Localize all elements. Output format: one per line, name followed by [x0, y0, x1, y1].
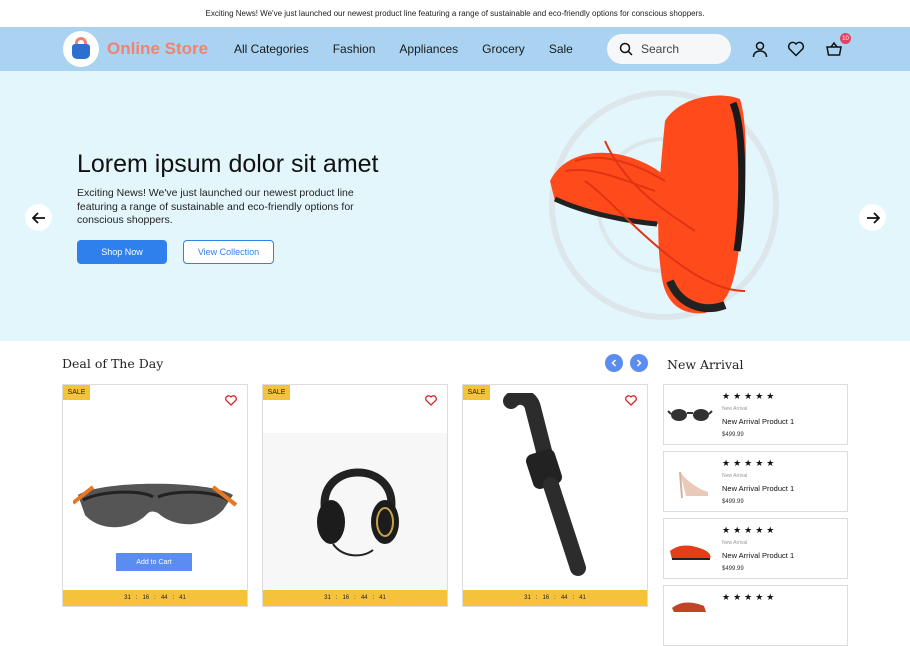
hero-text: Exciting News! We've just launched our n…	[77, 187, 354, 226]
rating-stars: ★★★★★	[722, 525, 778, 535]
nav-item-sale[interactable]: Sale	[549, 42, 573, 56]
product-name: New Arrival Product 1	[722, 551, 795, 560]
main-navbar: Online Store All Categories Fashion Appl…	[0, 27, 910, 71]
high-heel-thumbnail	[679, 471, 708, 499]
sunglasses-thumbnail	[667, 409, 713, 421]
cart-count-badge: 10	[840, 33, 851, 44]
new-arrival-title: New Arrival	[667, 357, 744, 372]
deal-countdown-timer: 31:16:44:41	[263, 590, 447, 606]
nav-menu: All Categories Fashion Appliances Grocer…	[234, 27, 597, 71]
hero-next-button[interactable]	[859, 204, 886, 231]
rating-stars: ★★★★★	[722, 592, 778, 602]
timer-value: 44	[360, 595, 368, 601]
brand-logo[interactable]: Online Store	[63, 31, 208, 67]
arrow-right-icon	[866, 211, 880, 224]
product-price: $499.99	[722, 566, 744, 572]
timer-value: 44	[160, 595, 168, 601]
new-arrival-item[interactable]: ★★★★★ New Arrival New Arrival Product 1 …	[663, 518, 848, 579]
deal-of-the-day-title: Deal of The Day	[62, 356, 164, 371]
chevron-right-icon	[636, 359, 642, 367]
deals-prev-button[interactable]	[605, 354, 623, 372]
sale-badge: SALE	[463, 385, 490, 400]
search-icon	[619, 42, 633, 56]
timer-value: 16	[142, 595, 150, 601]
timer-value: 41	[379, 595, 386, 601]
new-arrival-item[interactable]: ★★★★★ New Arrival New Arrival Product 1 …	[663, 384, 848, 445]
timer-value: 31	[524, 595, 531, 601]
deal-product-card[interactable]: SALE 31:16:44:41	[462, 384, 648, 607]
wishlist-heart-icon[interactable]	[787, 40, 805, 58]
timer-value: 41	[579, 595, 586, 601]
rating-stars: ★★★★★	[722, 391, 778, 401]
sneaker-thumbnail	[672, 602, 706, 612]
deal-product-card[interactable]: SALE 31:16:44:41	[262, 384, 448, 607]
product-price: $499.99	[722, 432, 744, 438]
product-name: New Arrival Product 1	[722, 484, 795, 493]
deal-countdown-timer: 31:16:44:41	[63, 590, 247, 606]
hero-sneaker-image	[550, 95, 746, 314]
cart-icon[interactable]	[825, 40, 843, 58]
hero-title: Lorem ipsum dolor sit amet	[77, 150, 379, 178]
deals-next-button[interactable]	[630, 354, 648, 372]
timer-value: 31	[324, 595, 331, 601]
timer-value: 44	[560, 595, 568, 601]
new-arrival-item[interactable]: ★★★★★	[663, 585, 848, 646]
sale-badge: SALE	[63, 385, 90, 400]
product-category: New Arrival	[722, 540, 748, 546]
timer-value: 16	[342, 595, 350, 601]
headphones-product-image	[317, 468, 399, 557]
shop-now-button[interactable]: Shop Now	[77, 240, 167, 264]
view-collection-button[interactable]: View Collection	[183, 240, 274, 264]
search-placeholder: Search	[641, 42, 680, 56]
arrow-left-icon	[31, 211, 45, 224]
sneaker-thumbnail	[670, 545, 711, 560]
heart-icon[interactable]	[625, 395, 637, 406]
bag-logo-icon	[63, 31, 99, 67]
search-input[interactable]: Search	[607, 34, 731, 64]
sale-badge: SALE	[263, 385, 290, 400]
rating-stars: ★★★★★	[722, 458, 778, 468]
deal-countdown-timer: 31:16:44:41	[463, 590, 647, 606]
product-price: $499.99	[722, 499, 744, 505]
add-to-cart-button[interactable]: Add to Cart	[116, 553, 192, 571]
heart-icon[interactable]	[225, 395, 237, 406]
sunglasses-product-image	[73, 483, 238, 528]
chevron-left-icon	[611, 359, 617, 367]
product-category: New Arrival	[722, 406, 748, 412]
product-category: New Arrival	[722, 473, 748, 479]
hero-banner: Lorem ipsum dolor sit amet Exciting News…	[0, 71, 910, 341]
heart-icon[interactable]	[425, 395, 437, 406]
timer-value: 16	[542, 595, 550, 601]
announcement-text: Exciting News! We've just launched our n…	[205, 9, 705, 18]
timer-value: 41	[179, 595, 186, 601]
brand-name: Online Store	[107, 39, 209, 58]
nav-item-all-categories[interactable]: All Categories	[234, 42, 309, 56]
nav-item-grocery[interactable]: Grocery	[482, 42, 525, 56]
hero-prev-button[interactable]	[25, 204, 52, 231]
new-arrival-item[interactable]: ★★★★★ New Arrival New Arrival Product 1 …	[663, 451, 848, 512]
deal-product-card[interactable]: SALE Add to Cart 31:16:44:41	[62, 384, 248, 607]
nav-item-fashion[interactable]: Fashion	[333, 42, 376, 56]
smartwatch-product-image	[503, 393, 586, 576]
announcement-bar: Exciting News! We've just launched our n…	[0, 0, 910, 27]
product-name: New Arrival Product 1	[722, 417, 795, 426]
timer-value: 31	[124, 595, 131, 601]
nav-item-appliances[interactable]: Appliances	[399, 42, 458, 56]
user-icon[interactable]	[751, 40, 769, 58]
